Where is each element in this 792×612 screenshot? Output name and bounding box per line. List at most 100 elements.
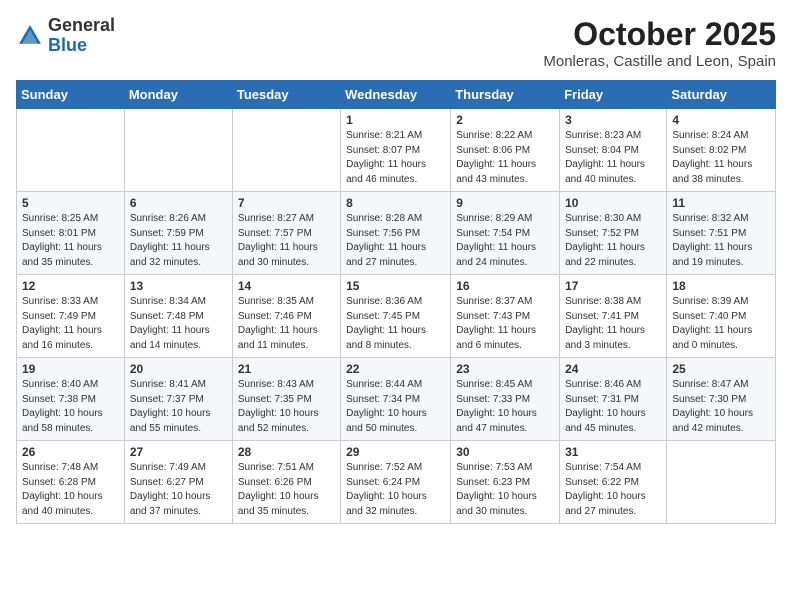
day-number: 31 <box>565 445 661 459</box>
day-number: 25 <box>672 362 770 376</box>
calendar-cell: 29Sunrise: 7:52 AM Sunset: 6:24 PM Dayli… <box>341 441 451 524</box>
day-info: Sunrise: 7:49 AM Sunset: 6:27 PM Dayligh… <box>130 461 227 519</box>
day-number: 23 <box>456 362 554 376</box>
calendar-cell: 11 Sunrise: 8:32 AM Sunset: 7:51 PM Dayli… <box>667 192 776 275</box>
weekday-header: Thursday <box>451 81 560 109</box>
day-number: 11 <box>672 196 770 210</box>
calendar-week-row: 1Sunrise: 8:21 AM Sunset: 8:07 PM Daylig… <box>17 109 776 192</box>
logo: General Blue <box>16 16 115 56</box>
calendar-week-row: 12Sunrise: 8:33 AM Sunset: 7:49 PM Dayli… <box>17 275 776 358</box>
calendar-cell <box>667 441 776 524</box>
day-info: Sunrise: 8:46 AM Sunset: 7:31 PM Dayligh… <box>565 378 661 436</box>
title-block: October 2025 Monleras, Castille and Leon… <box>543 16 776 70</box>
day-info: Sunrise: 8:25 AM Sunset: 8:01 PM Dayligh… <box>22 212 119 270</box>
day-number: 5 <box>22 196 119 210</box>
calendar-cell: 8 Sunrise: 8:28 AM Sunset: 7:56 PM Daylig… <box>341 192 451 275</box>
day-info: Sunrise: 8:23 AM Sunset: 8:04 PM Dayligh… <box>565 129 661 187</box>
calendar-cell: 30Sunrise: 7:53 AM Sunset: 6:23 PM Dayli… <box>451 441 560 524</box>
day-info: Sunrise: 8:40 AM Sunset: 7:38 PM Dayligh… <box>22 378 119 436</box>
day-info: Sunrise: 8:41 AM Sunset: 7:37 PM Dayligh… <box>130 378 227 436</box>
day-number: 21 <box>238 362 335 376</box>
calendar-week-row: 26Sunrise: 7:48 AM Sunset: 6:28 PM Dayli… <box>17 441 776 524</box>
weekday-header: Friday <box>560 81 667 109</box>
calendar-cell: 5 Sunrise: 8:25 AM Sunset: 8:01 PM Daylig… <box>17 192 125 275</box>
day-info: Sunrise: 8:29 AM Sunset: 7:54 PM Dayligh… <box>456 212 554 270</box>
calendar-cell: 16 Sunrise: 8:37 AM Sunset: 7:43 PM Dayli… <box>451 275 560 358</box>
calendar-cell: 4Sunrise: 8:24 AM Sunset: 8:02 PM Daylig… <box>667 109 776 192</box>
calendar-cell: 10 Sunrise: 8:30 AM Sunset: 7:52 PM Dayli… <box>560 192 667 275</box>
day-info: Sunrise: 8:32 AM Sunset: 7:51 PM Dayligh… <box>672 212 770 270</box>
calendar-cell: 15 Sunrise: 8:36 AM Sunset: 7:45 PM Dayli… <box>341 275 451 358</box>
calendar-cell: 9 Sunrise: 8:29 AM Sunset: 7:54 PM Daylig… <box>451 192 560 275</box>
day-number: 9 <box>456 196 554 210</box>
weekday-header: Saturday <box>667 81 776 109</box>
day-info: Sunrise: 8:27 AM Sunset: 7:57 PM Dayligh… <box>238 212 335 270</box>
day-info: Sunrise: 8:24 AM Sunset: 8:02 PM Dayligh… <box>672 129 770 187</box>
day-info: Sunrise: 8:43 AM Sunset: 7:35 PM Dayligh… <box>238 378 335 436</box>
calendar-cell: 3Sunrise: 8:23 AM Sunset: 8:04 PM Daylig… <box>560 109 667 192</box>
day-info: Sunrise: 8:28 AM Sunset: 7:56 PM Dayligh… <box>346 212 445 270</box>
calendar-cell: 17Sunrise: 8:38 AM Sunset: 7:41 PM Dayli… <box>560 275 667 358</box>
day-info: Sunrise: 8:36 AM Sunset: 7:45 PM Dayligh… <box>346 295 445 353</box>
day-number: 22 <box>346 362 445 376</box>
logo-general: General <box>48 15 115 35</box>
day-number: 2 <box>456 113 554 127</box>
day-number: 10 <box>565 196 661 210</box>
page-header: General Blue October 2025 Monleras, Cast… <box>16 16 776 70</box>
day-number: 18 <box>672 279 770 293</box>
weekday-header: Tuesday <box>232 81 340 109</box>
day-info: Sunrise: 8:37 AM Sunset: 7:43 PM Dayligh… <box>456 295 554 353</box>
day-number: 15 <box>346 279 445 293</box>
weekday-header-row: SundayMondayTuesdayWednesdayThursdayFrid… <box>17 81 776 109</box>
day-number: 12 <box>22 279 119 293</box>
day-number: 28 <box>238 445 335 459</box>
day-number: 30 <box>456 445 554 459</box>
day-number: 24 <box>565 362 661 376</box>
calendar-table: SundayMondayTuesdayWednesdayThursdayFrid… <box>16 80 776 524</box>
day-number: 27 <box>130 445 227 459</box>
day-info: Sunrise: 8:22 AM Sunset: 8:06 PM Dayligh… <box>456 129 554 187</box>
calendar-cell <box>232 109 340 192</box>
calendar-cell: 26Sunrise: 7:48 AM Sunset: 6:28 PM Dayli… <box>17 441 125 524</box>
day-info: Sunrise: 8:21 AM Sunset: 8:07 PM Dayligh… <box>346 129 445 187</box>
day-info: Sunrise: 8:44 AM Sunset: 7:34 PM Dayligh… <box>346 378 445 436</box>
day-number: 17 <box>565 279 661 293</box>
calendar-cell: 7 Sunrise: 8:27 AM Sunset: 7:57 PM Daylig… <box>232 192 340 275</box>
calendar-cell: 18 Sunrise: 8:39 AM Sunset: 7:40 PM Dayli… <box>667 275 776 358</box>
calendar-cell: 27 Sunrise: 7:49 AM Sunset: 6:27 PM Dayli… <box>124 441 232 524</box>
day-info: Sunrise: 8:45 AM Sunset: 7:33 PM Dayligh… <box>456 378 554 436</box>
calendar-week-row: 19Sunrise: 8:40 AM Sunset: 7:38 PM Dayli… <box>17 358 776 441</box>
day-number: 8 <box>346 196 445 210</box>
day-number: 6 <box>130 196 227 210</box>
calendar-cell: 31Sunrise: 7:54 AM Sunset: 6:22 PM Dayli… <box>560 441 667 524</box>
calendar-cell <box>17 109 125 192</box>
logo-blue: Blue <box>48 35 87 55</box>
weekday-header: Sunday <box>17 81 125 109</box>
weekday-header: Monday <box>124 81 232 109</box>
day-number: 20 <box>130 362 227 376</box>
day-info: Sunrise: 8:39 AM Sunset: 7:40 PM Dayligh… <box>672 295 770 353</box>
day-info: Sunrise: 7:52 AM Sunset: 6:24 PM Dayligh… <box>346 461 445 519</box>
calendar-cell: 24 Sunrise: 8:46 AM Sunset: 7:31 PM Dayli… <box>560 358 667 441</box>
day-info: Sunrise: 8:30 AM Sunset: 7:52 PM Dayligh… <box>565 212 661 270</box>
day-info: Sunrise: 7:48 AM Sunset: 6:28 PM Dayligh… <box>22 461 119 519</box>
calendar-cell: 21 Sunrise: 8:43 AM Sunset: 7:35 PM Dayli… <box>232 358 340 441</box>
calendar-cell: 25Sunrise: 8:47 AM Sunset: 7:30 PM Dayli… <box>667 358 776 441</box>
calendar-cell: 19Sunrise: 8:40 AM Sunset: 7:38 PM Dayli… <box>17 358 125 441</box>
logo-icon <box>16 22 44 50</box>
calendar-cell: 14Sunrise: 8:35 AM Sunset: 7:46 PM Dayli… <box>232 275 340 358</box>
calendar-week-row: 5 Sunrise: 8:25 AM Sunset: 8:01 PM Daylig… <box>17 192 776 275</box>
day-number: 14 <box>238 279 335 293</box>
calendar-cell: 2 Sunrise: 8:22 AM Sunset: 8:06 PM Daylig… <box>451 109 560 192</box>
day-info: Sunrise: 8:34 AM Sunset: 7:48 PM Dayligh… <box>130 295 227 353</box>
calendar-cell: 23 Sunrise: 8:45 AM Sunset: 7:33 PM Dayli… <box>451 358 560 441</box>
logo-text: General Blue <box>48 16 115 56</box>
calendar-cell: 12Sunrise: 8:33 AM Sunset: 7:49 PM Dayli… <box>17 275 125 358</box>
day-number: 7 <box>238 196 335 210</box>
location-subtitle: Monleras, Castille and Leon, Spain <box>543 53 776 70</box>
calendar-cell <box>124 109 232 192</box>
day-number: 16 <box>456 279 554 293</box>
calendar-cell: 20 Sunrise: 8:41 AM Sunset: 7:37 PM Dayli… <box>124 358 232 441</box>
day-info: Sunrise: 7:51 AM Sunset: 6:26 PM Dayligh… <box>238 461 335 519</box>
calendar-cell: 22 Sunrise: 8:44 AM Sunset: 7:34 PM Dayli… <box>341 358 451 441</box>
